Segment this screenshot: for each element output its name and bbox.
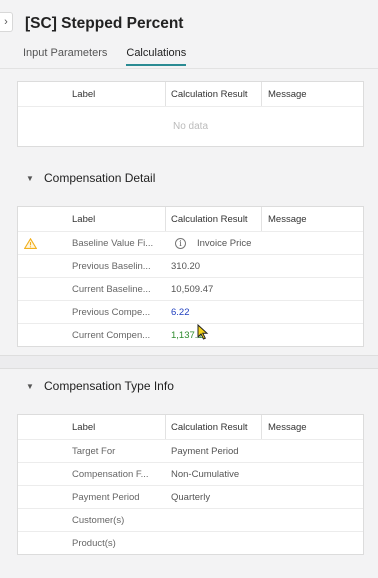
section-divider	[0, 355, 378, 369]
table-row[interactable]: Customer(s)	[18, 508, 363, 531]
column-header-message: Message	[268, 421, 307, 433]
tab-bar: Input Parameters Calculations	[23, 46, 205, 70]
row-result: Invoice Price	[197, 237, 252, 249]
row-message	[262, 486, 363, 508]
row-message	[262, 232, 363, 254]
table-row[interactable]: Payment Period Quarterly	[18, 485, 363, 508]
row-label: Baseline Value Fi...	[72, 237, 154, 249]
column-header-message: Message	[268, 88, 307, 100]
table-row[interactable]: Target For Payment Period	[18, 439, 363, 462]
row-label: Previous Compe...	[72, 306, 151, 318]
table-row[interactable]: Current Compen... 1,137.1	[18, 323, 363, 346]
row-message	[262, 324, 363, 346]
row-label: Payment Period	[72, 491, 140, 503]
table-header: Label Calculation Result Message	[18, 415, 363, 439]
table-row[interactable]: Product(s)	[18, 531, 363, 554]
row-result: 1,137.1	[171, 329, 203, 341]
table-row[interactable]: Baseline Value Fi... i Invoice Price	[18, 231, 363, 254]
row-label: Current Baseline...	[72, 283, 151, 295]
table-header: Label Calculation Result Message	[18, 207, 363, 231]
row-result: 10,509.47	[171, 283, 214, 295]
row-message	[262, 509, 363, 531]
section-title: Compensation Type Info	[44, 379, 174, 393]
compensation-detail-table: Label Calculation Result Message Baselin…	[17, 206, 364, 347]
chevron-down-icon: ▼	[26, 173, 34, 183]
column-header-label: Label	[68, 207, 166, 231]
section-title: Compensation Detail	[44, 171, 156, 185]
tab-input-parameters[interactable]: Input Parameters	[23, 46, 107, 66]
column-header-result: Calculation Result	[166, 82, 262, 106]
row-message	[262, 440, 363, 462]
empty-state: No data	[18, 106, 363, 146]
row-result	[166, 509, 262, 531]
row-label: Product(s)	[72, 537, 116, 549]
table-row[interactable]: Previous Baselin... 310.20	[18, 254, 363, 277]
column-header-label: Label	[68, 415, 166, 439]
page-title: [SC] Stepped Percent	[25, 15, 184, 32]
column-header-label: Label	[68, 82, 166, 106]
table-header: Label Calculation Result Message	[18, 82, 363, 106]
table-row[interactable]: Current Baseline... 10,509.47	[18, 277, 363, 300]
row-message	[262, 463, 363, 485]
row-label: Compensation F...	[72, 468, 149, 480]
info-circle-icon[interactable]: i	[175, 237, 186, 249]
row-message	[262, 278, 363, 300]
row-result: Payment Period	[171, 445, 239, 457]
row-label: Target For	[72, 445, 116, 457]
tab-calculations[interactable]: Calculations	[126, 46, 187, 66]
tabs-divider	[0, 68, 378, 69]
chevron-right-icon: ›	[4, 16, 8, 28]
column-header-result: Calculation Result	[166, 207, 262, 231]
row-label: Previous Baselin...	[72, 260, 151, 272]
mouse-cursor-icon	[197, 324, 209, 340]
row-message	[262, 532, 363, 554]
row-result: 310.20	[171, 260, 201, 272]
row-result: Quarterly	[171, 491, 211, 503]
section-compensation-type-info[interactable]: ▼ Compensation Type Info	[26, 379, 174, 393]
row-result: 6.22	[171, 306, 190, 318]
calculations-table: Label Calculation Result Message No data	[17, 81, 364, 147]
expand-panel-button[interactable]: ›	[0, 12, 13, 32]
row-message	[262, 255, 363, 277]
column-header-result: Calculation Result	[166, 415, 262, 439]
section-compensation-detail[interactable]: ▼ Compensation Detail	[26, 171, 155, 185]
table-row[interactable]: Compensation F... Non-Cumulative	[18, 462, 363, 485]
warning-triangle-icon	[24, 237, 37, 249]
row-label: Current Compen...	[72, 329, 151, 341]
row-result: Non-Cumulative	[171, 468, 240, 480]
table-row[interactable]: Previous Compe... 6.22	[18, 300, 363, 323]
compensation-type-info-table: Label Calculation Result Message Target …	[17, 414, 364, 555]
chevron-down-icon: ▼	[26, 381, 34, 391]
row-message	[262, 301, 363, 323]
column-header-message: Message	[268, 213, 307, 225]
row-label: Customer(s)	[72, 514, 125, 526]
row-result	[166, 532, 262, 554]
